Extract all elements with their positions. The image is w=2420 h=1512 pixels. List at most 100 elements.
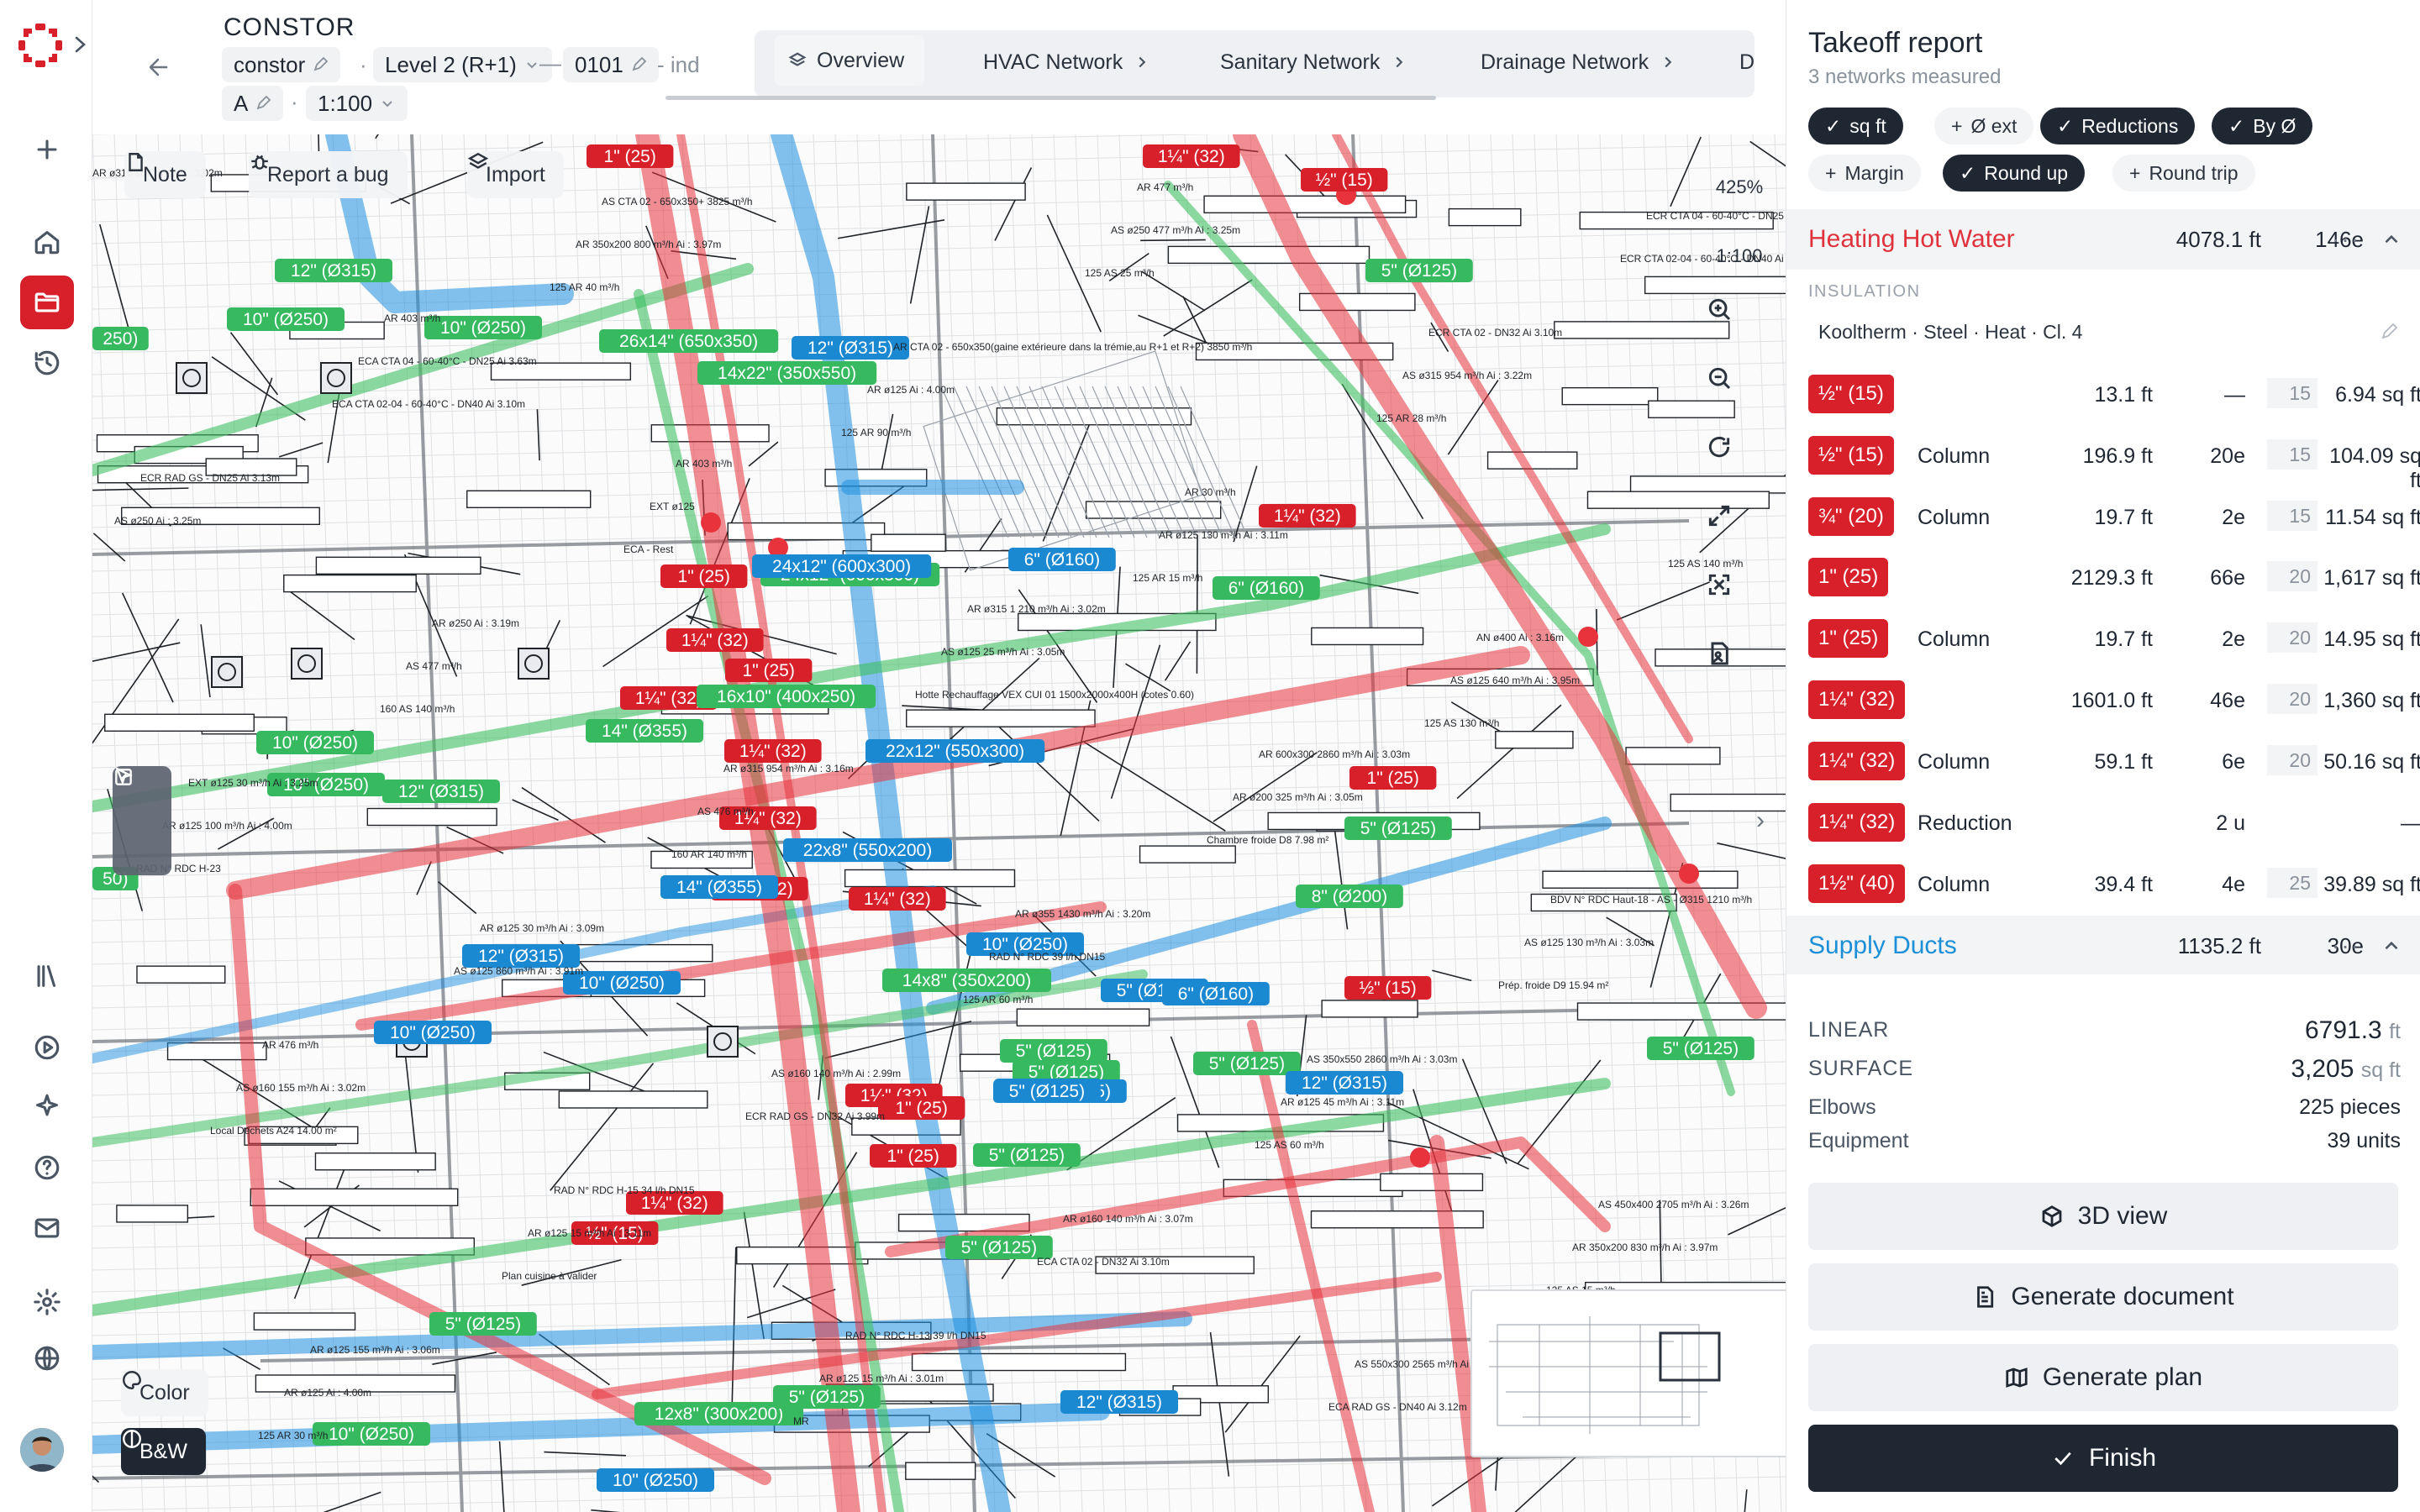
pipe-size-label[interactable]: 10" (Ø250) [256,731,374,754]
insulation-value[interactable]: Kooltherm · Steel · Heat · Cl. 4 [1818,321,2082,344]
chevron-right-icon[interactable]: › [1756,806,1786,840]
pipe-size-label[interactable]: 22x8" (550x200) [783,838,952,862]
pipe-size-label[interactable]: ½" (15) [1301,168,1388,192]
pipe-size-label[interactable]: 6" (Ø160) [1008,548,1116,571]
pipe-size-label[interactable]: 1" (25) [1349,766,1437,790]
pipe-size-label[interactable]: 10" (Ø250) [597,1468,714,1492]
zoom-in-button[interactable] [1706,296,1773,354]
pipe-size-label[interactable]: 16x10" (400x250) [697,685,876,708]
tab-hvac[interactable]: HVAC Network [983,30,1151,94]
pipe-size-label[interactable]: 10" (Ø250) [227,307,345,331]
pipe-size-label[interactable]: 1" (25) [725,659,813,682]
add-icon[interactable] [20,123,74,176]
pipe-size-label[interactable]: 1¼" (32) [1143,144,1240,168]
pipe-size-label[interactable]: 1" (25) [878,1096,965,1120]
bw-mode-button[interactable]: B&W [121,1428,206,1475]
note-button[interactable]: Note [124,151,206,198]
pipe-size-label[interactable]: 26x14" (650x350) [599,329,779,353]
pipe-size-label[interactable]: 1¼" (32) [1259,504,1356,528]
pipe-size-label[interactable]: 5" (Ø125) [973,1143,1081,1167]
tab-overview[interactable]: Overview [775,35,925,86]
sheet-chip[interactable]: 0101 [563,47,659,82]
pipe-size-label[interactable]: 14" (Ø355) [660,875,778,899]
revision-chip[interactable]: A [222,86,284,121]
pipe-size-label[interactable]: 6" (Ø160) [1213,576,1320,600]
takeoff-row[interactable]: 1¼" (32) 1601.0 ft 46e 20 1,360 sq ft [1808,677,2420,721]
pipe-size-label[interactable]: 5" (Ø125) [429,1312,537,1336]
pipe-size-label[interactable]: 5" (Ø125) [1193,1052,1301,1075]
filter-od[interactable]: + Ø ext [1934,108,2034,144]
import-button[interactable]: Import [467,151,564,198]
filter-reductions[interactable]: ✓ Reductions [2040,108,2196,144]
takeoff-row[interactable]: 1" (25) 2129.3 ft 66e 20 1,617 sq ft [1808,554,2420,598]
minimap[interactable] [1470,1289,1786,1457]
back-arrow-icon[interactable] [141,50,178,84]
pipe-size-label[interactable]: 5" (Ø125) [1344,816,1452,840]
globe-icon[interactable] [20,1331,74,1385]
level-select[interactable]: Level 2 (R+1) [373,47,552,82]
filter-sqft[interactable]: ✓ sq ft [1808,108,1903,144]
3d-view-button[interactable]: 3D view [1808,1183,2398,1250]
pipe-size-label[interactable]: 1" (25) [587,144,674,168]
pipe-size-label[interactable]: 12" (Ø315) [462,944,580,968]
sparkle-icon[interactable] [20,1079,74,1133]
edit-tool[interactable] [113,769,171,870]
filter-by-diameter[interactable]: ✓ By Ø [2212,108,2313,144]
more-icon[interactable]: ··· [2332,226,2360,253]
app-logo-icon[interactable] [17,22,64,69]
pipe-size-label[interactable]: 8" (Ø200) [1296,885,1403,908]
pipe-size-label[interactable]: 1" (25) [660,564,748,588]
tab-sanitary[interactable]: Sanitary Network [1220,30,1408,94]
generate-document-button[interactable]: Generate document [1808,1263,2398,1331]
tab-drainage[interactable]: Drainage Network [1481,30,1677,94]
play-icon[interactable] [20,1021,74,1074]
pipe-size-label[interactable]: 14x22" (350x550) [697,361,877,385]
tab-more[interactable]: D [1739,30,1754,94]
network-heating-header[interactable]: Heating Hot Water 4078.1 ft 146e ··· [1786,209,2420,270]
pipe-size-label[interactable]: 1¼" (32) [666,628,764,652]
history-icon[interactable] [20,336,74,390]
pipe-size-label[interactable]: 5" (Ø125) [1365,259,1473,282]
pipe-size-label[interactable]: 5" (Ø125) [1000,1039,1107,1063]
pipe-size-label[interactable]: 10" (Ø250) [424,316,542,339]
mail-icon[interactable] [20,1201,74,1255]
pipe-size-label[interactable]: 22x12" (550x300) [865,739,1045,763]
filter-margin[interactable]: + Margin [1808,155,1921,192]
takeoff-row[interactable]: ½" (15) 13.1 ft — 15 6.94 sq ft [1808,371,2420,415]
export-image-button[interactable] [1706,640,1773,699]
company-chip[interactable]: constor [222,47,341,82]
takeoff-row[interactable]: 1½" (40) Column 39.4 ft 4e 25 39.89 sq ft [1808,861,2420,905]
more-icon[interactable]: ··· [2332,932,2360,959]
rotate-button[interactable] [1706,433,1773,492]
pipe-size-label[interactable]: 14x8" (350x200) [882,969,1051,992]
pipe-size-label[interactable]: 5" (Ø125) [993,1079,1101,1103]
chevron-up-icon[interactable] [2381,228,2402,250]
pipe-size-label[interactable]: 10" (Ø250) [374,1021,492,1044]
fit-button[interactable] [1706,502,1773,561]
pipe-size-label[interactable]: 12" (Ø315) [275,259,392,282]
network-supply-header[interactable]: Supply Ducts 1135.2 ft 30e ··· [1786,916,2420,976]
takeoff-row[interactable]: ¾" (20) Column 19.7 ft 2e 15 11.54 sq ft [1808,494,2420,538]
takeoff-row[interactable]: 1¼" (32) Reduction 2 u — [1808,800,2420,843]
help-icon[interactable] [20,1141,74,1194]
home-icon[interactable] [20,215,74,269]
library-icon[interactable] [20,949,74,1003]
color-mode-button[interactable]: Color [121,1369,208,1416]
pipe-size-label[interactable]: 5" (Ø125) [773,1385,881,1409]
fullscreen-button[interactable] [1706,571,1773,630]
pipe-size-label[interactable]: 12" (Ø315) [792,336,909,360]
pipe-size-label[interactable]: 5" (Ø125) [1647,1037,1754,1060]
pipe-size-label[interactable]: 12" (Ø315) [1286,1071,1403,1095]
plan-canvas[interactable]: 1" (25) 1¼" (32) ½" (15) 1¼" (32) 1" (25) 1¼"… [92,134,1786,1512]
pipe-size-label[interactable]: 24x12" (600x300) [752,554,932,578]
generate-plan-button[interactable]: Generate plan [1808,1344,2398,1411]
pencil-icon[interactable] [2380,321,2400,341]
folder-icon[interactable] [20,276,74,329]
takeoff-row[interactable]: 1¼" (32) Column 59.1 ft 6e 20 50.16 sq ft [1808,738,2420,782]
report-bug-button[interactable]: Report a bug [249,151,408,198]
pipe-size-label[interactable]: 12" (Ø315) [382,780,500,803]
chevron-up-icon[interactable] [2381,935,2402,957]
scale-select[interactable]: 1:100 [306,86,408,121]
settings-icon[interactable] [20,1275,74,1329]
pipe-size-label[interactable]: 1" (25) [870,1144,957,1168]
